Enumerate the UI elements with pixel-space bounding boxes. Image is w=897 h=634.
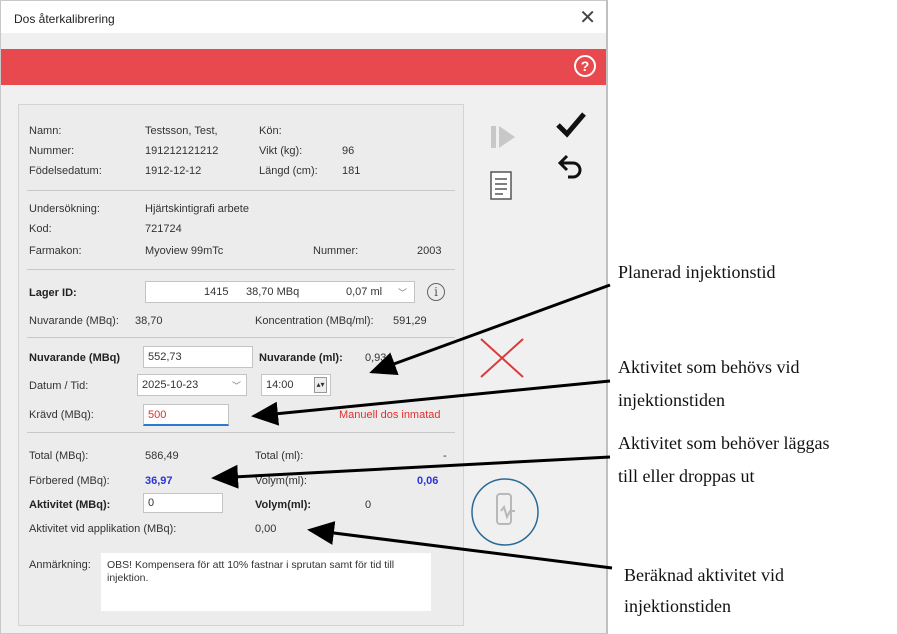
annotation-application-l2: injektionstiden xyxy=(624,596,731,616)
annotation-prepare-l2: till eller droppas ut xyxy=(618,466,755,486)
arrow-application-activity xyxy=(307,521,613,570)
arrow-injection-time xyxy=(369,283,611,376)
annotation-required-l2: injektionstiden xyxy=(618,390,725,410)
annotation-required-l1: Aktivitet som behövs vid xyxy=(618,357,800,377)
annotation-application-l1: Beräknad aktivitet vid xyxy=(624,565,784,585)
arrow-required-activity xyxy=(251,379,611,426)
annotation-prepare-l1: Aktivitet som behöver läggas xyxy=(618,433,830,453)
annotation-arrows xyxy=(211,283,613,570)
annotation-injection-time: Planerad injektionstid xyxy=(618,262,776,282)
arrow-prepare-activity xyxy=(211,455,611,489)
